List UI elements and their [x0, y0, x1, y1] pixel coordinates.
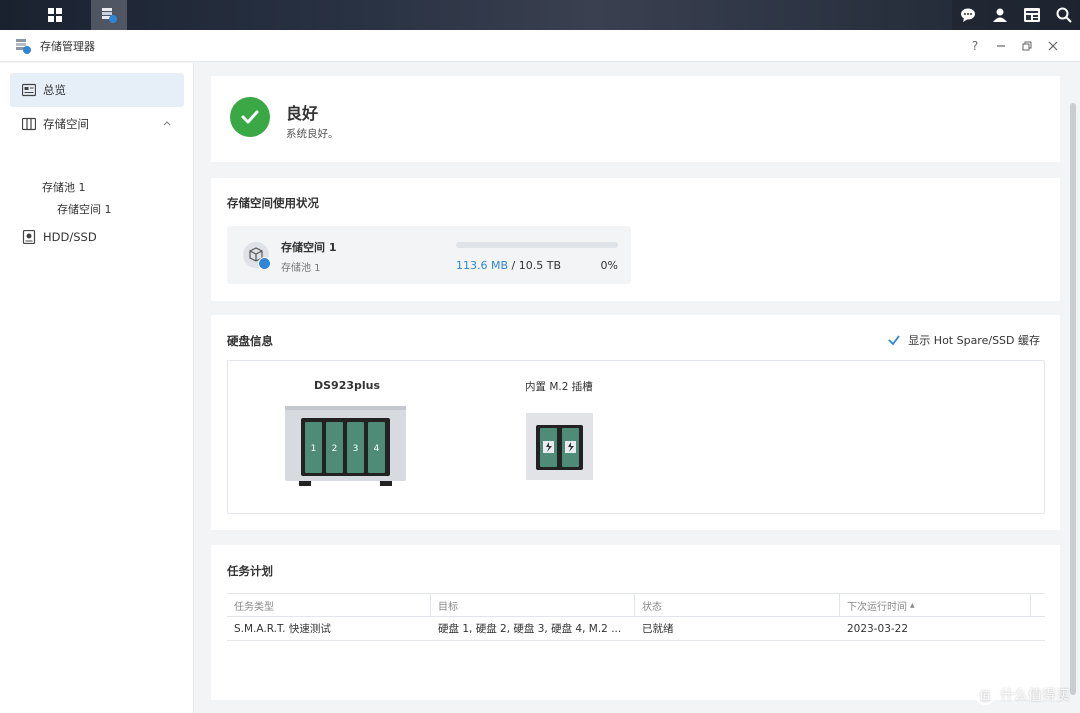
hdd-icon: [22, 230, 36, 244]
schedule-table: 任务类型 目标 状态 下次运行时间 ▲ S.M.A.R.T. 快速测试 硬盘 1…: [227, 593, 1045, 641]
column-header-status[interactable]: 状态: [635, 594, 840, 616]
widgets-button[interactable]: [1016, 0, 1048, 30]
chevron-up-icon[interactable]: [162, 118, 172, 128]
usage-heading: 存储空间使用状况: [227, 196, 319, 210]
app-icon: [16, 38, 31, 54]
minimize-icon: [997, 45, 1005, 47]
usage-text: 113.6 MB / 10.5 TB: [456, 259, 561, 272]
widgets-icon: [1024, 8, 1040, 22]
sync-badge-icon: [258, 257, 271, 270]
bay-label: 4: [374, 444, 380, 454]
window-title: 存储管理器: [40, 39, 95, 53]
storage-icon: [22, 117, 36, 131]
cell-next-run: 2023-03-22: [847, 622, 909, 635]
watermark-text: 什么值得买: [1000, 688, 1070, 704]
column-header-task-type[interactable]: 任务类型: [227, 594, 431, 616]
disk-layout-panel: DS923plus 1 2 3 4 内置 M.2 插槽: [227, 360, 1045, 514]
user-button[interactable]: [984, 0, 1016, 30]
used-capacity: 113.6 MB: [456, 259, 509, 272]
watermark-logo-icon: 值: [975, 685, 995, 705]
restore-icon: [1022, 41, 1032, 51]
close-button[interactable]: [1040, 36, 1066, 56]
main-scrollbar[interactable]: [1070, 103, 1076, 695]
volume-name: 存储空间 1: [281, 241, 337, 254]
nas-device-icon[interactable]: 1 2 3 4: [285, 406, 406, 488]
overview-icon: [22, 83, 36, 97]
status-subtitle: 系统良好。: [286, 128, 339, 140]
schedule-heading: 任务计划: [227, 564, 273, 578]
watermark: 值 什么值得买: [975, 685, 1070, 705]
minimize-button[interactable]: [988, 36, 1014, 56]
usage-percent: 0%: [600, 259, 618, 272]
main-content: 良好 系统良好。 存储空间使用状况 存储空间 1 存储池 1 113.6 MB …: [195, 63, 1080, 713]
cell-task-type: S.M.A.R.T. 快速测试: [234, 623, 331, 635]
sort-ascending-icon: ▲: [910, 601, 915, 609]
sidebar-item-label: 存储空间: [43, 117, 89, 131]
cell-target: 硬盘 1, 硬盘 2, 硬盘 3, 硬盘 4, M.2 ...: [438, 623, 622, 635]
bay-label: 1: [311, 444, 317, 454]
hotspare-label: 显示 Hot Spare/SSD 缓存: [908, 334, 1040, 347]
restore-button[interactable]: [1014, 36, 1040, 56]
column-header-label: 下次运行时间: [847, 601, 907, 613]
table-row[interactable]: S.M.A.R.T. 快速测试 硬盘 1, 硬盘 2, 硬盘 3, 硬盘 4, …: [227, 617, 1045, 641]
close-icon: [1048, 41, 1058, 51]
chat-icon: [961, 8, 975, 22]
m2-slot-label: 内置 M.2 插槽: [525, 381, 593, 393]
main-menu-button[interactable]: [37, 0, 73, 30]
sidebar-item-overview[interactable]: 总览: [10, 73, 184, 107]
total-capacity: 10.5 TB: [518, 259, 561, 272]
check-circle-icon: [230, 97, 270, 137]
device-name: DS923plus: [314, 379, 381, 392]
user-icon: [993, 8, 1007, 22]
disk-info-heading: 硬盘信息: [227, 334, 273, 348]
cell-status: 已就绪: [642, 623, 674, 635]
status-card: 良好 系统良好。: [211, 76, 1060, 162]
column-header-spacer: [1031, 594, 1045, 616]
volume-pool: 存储池 1: [281, 263, 321, 274]
grid-icon: [48, 8, 62, 22]
help-button[interactable]: ?: [962, 36, 988, 56]
hotspare-checkbox[interactable]: 显示 Hot Spare/SSD 缓存: [887, 332, 1040, 348]
sidebar-item-volume[interactable]: 存储空间 1: [57, 201, 112, 217]
sidebar-item-storage[interactable]: 存储空间: [10, 107, 184, 141]
window-titlebar[interactable]: 存储管理器 ?: [0, 30, 1080, 62]
chat-button[interactable]: [952, 0, 984, 30]
taskbar: [0, 0, 1080, 30]
m2-slot-icon[interactable]: [526, 413, 593, 480]
volume-usage-item[interactable]: 存储空间 1 存储池 1 113.6 MB / 10.5 TB 0%: [227, 226, 631, 284]
task-schedule-card: 任务计划 任务类型 目标 状态 下次运行时间 ▲ S.M.A.R.T. 快速测试…: [211, 545, 1060, 700]
table-header: 任务类型 目标 状态 下次运行时间 ▲: [227, 593, 1045, 617]
sidebar: 总览 存储空间 存储池 1 存储空间 1 HDD/SSD: [0, 63, 194, 713]
sidebar-item-label: 总览: [43, 83, 66, 97]
sidebar-item-pool[interactable]: 存储池 1: [42, 179, 86, 195]
disk-info-card: 硬盘信息 显示 Hot Spare/SSD 缓存 DS923plus 1 2 3…: [211, 315, 1060, 530]
sidebar-item-label: HDD/SSD: [43, 230, 97, 244]
bay-label: 3: [353, 444, 359, 454]
storage-manager-window: 存储管理器 ? 总览 存储空间 存储池 1 存储空间 1 HDD/SSD 良好 …: [0, 30, 1080, 713]
column-header-target[interactable]: 目标: [431, 594, 635, 616]
usage-separator: /: [508, 259, 519, 272]
storage-manager-icon: [102, 8, 117, 23]
column-header-next-run[interactable]: 下次运行时间 ▲: [840, 594, 1031, 616]
sidebar-item-hdd-ssd[interactable]: HDD/SSD: [10, 220, 184, 254]
taskbar-storage-manager-button[interactable]: [91, 0, 127, 30]
help-icon: ?: [971, 39, 979, 53]
checkmark-icon: [888, 335, 901, 346]
usage-progress-bar: [456, 242, 618, 248]
search-button[interactable]: [1048, 0, 1080, 30]
storage-usage-card: 存储空间使用状况 存储空间 1 存储池 1 113.6 MB / 10.5 TB…: [211, 178, 1060, 301]
status-title: 良好: [286, 104, 319, 123]
search-icon: [1056, 7, 1072, 23]
bay-label: 2: [332, 444, 338, 454]
